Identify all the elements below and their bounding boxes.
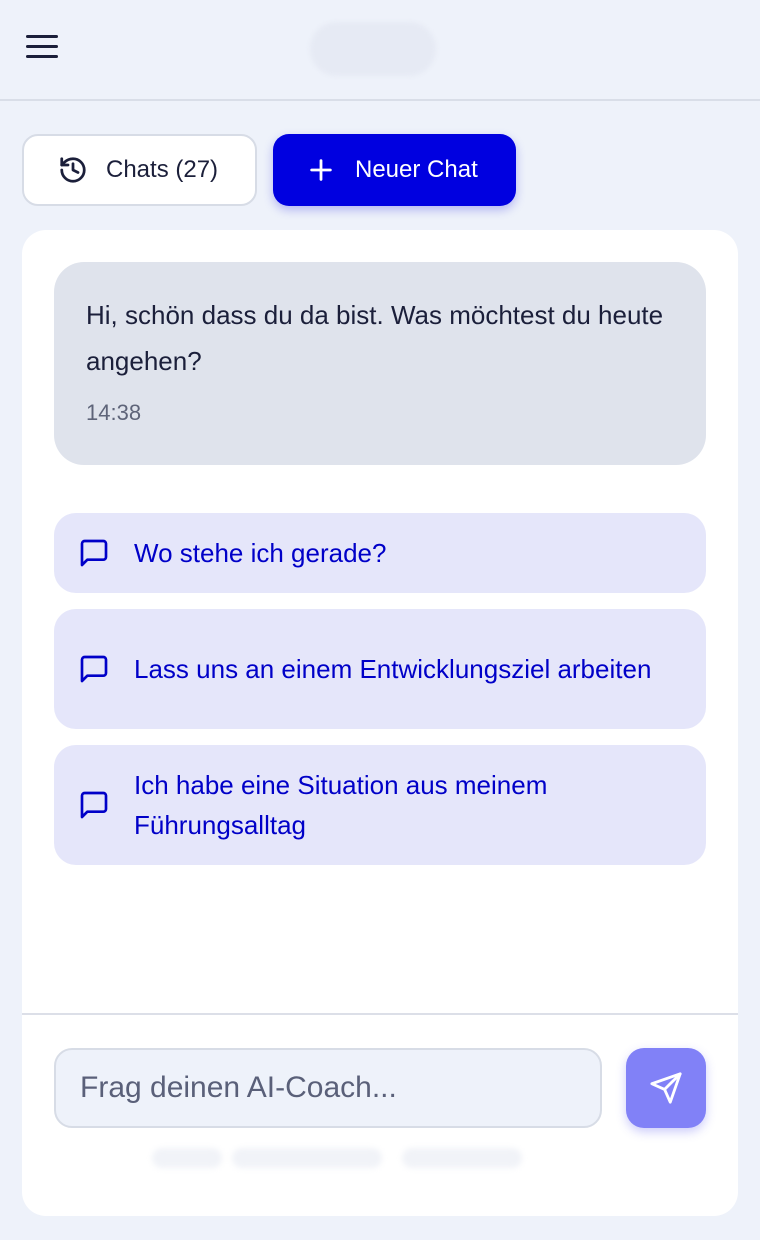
message-square-icon — [80, 655, 108, 683]
assistant-message-bubble: Hi, schön dass du da bist. Was möchtest … — [54, 262, 706, 465]
history-icon — [60, 157, 86, 183]
plus-icon — [310, 159, 332, 181]
top-bar — [0, 0, 760, 101]
suggestion-label: Ich habe eine Situation aus meinem Führu… — [134, 770, 548, 840]
suggestion-chip[interactable]: Lass uns an einem Entwicklungsziel arbei… — [54, 609, 706, 729]
chats-button-label: Chats (27) — [106, 156, 219, 183]
message-square-icon — [80, 791, 108, 819]
blurred-footer-item — [402, 1148, 522, 1168]
message-text: Hi, schön dass du da bist. Was möchtest … — [86, 300, 664, 376]
send-icon — [650, 1072, 682, 1104]
suggestion-chip[interactable]: Ich habe eine Situation aus meinem Führu… — [54, 745, 706, 865]
suggestion-chip[interactable]: Wo stehe ich gerade? — [54, 513, 706, 593]
suggestion-label: Wo stehe ich gerade? — [134, 538, 387, 568]
suggestion-label: Lass uns an einem Entwicklungsziel arbei… — [134, 654, 652, 684]
new-chat-button-label: Neuer Chat — [355, 156, 478, 183]
chat-panel: Hi, schön dass du da bist. Was möchtest … — [22, 230, 738, 1216]
chats-history-button[interactable]: Chats (27) — [22, 134, 257, 206]
composer-divider — [22, 1013, 738, 1015]
new-chat-button[interactable]: Neuer Chat — [273, 134, 516, 206]
chat-message-input[interactable] — [54, 1048, 602, 1128]
message-square-icon — [80, 539, 108, 567]
header-logo-placeholder — [310, 22, 436, 76]
blurred-footer-item — [232, 1148, 382, 1168]
hamburger-menu-icon[interactable] — [26, 26, 66, 66]
message-timestamp: 14:38 — [86, 400, 142, 425]
blurred-footer-item — [152, 1148, 222, 1168]
send-button[interactable] — [626, 1048, 706, 1128]
